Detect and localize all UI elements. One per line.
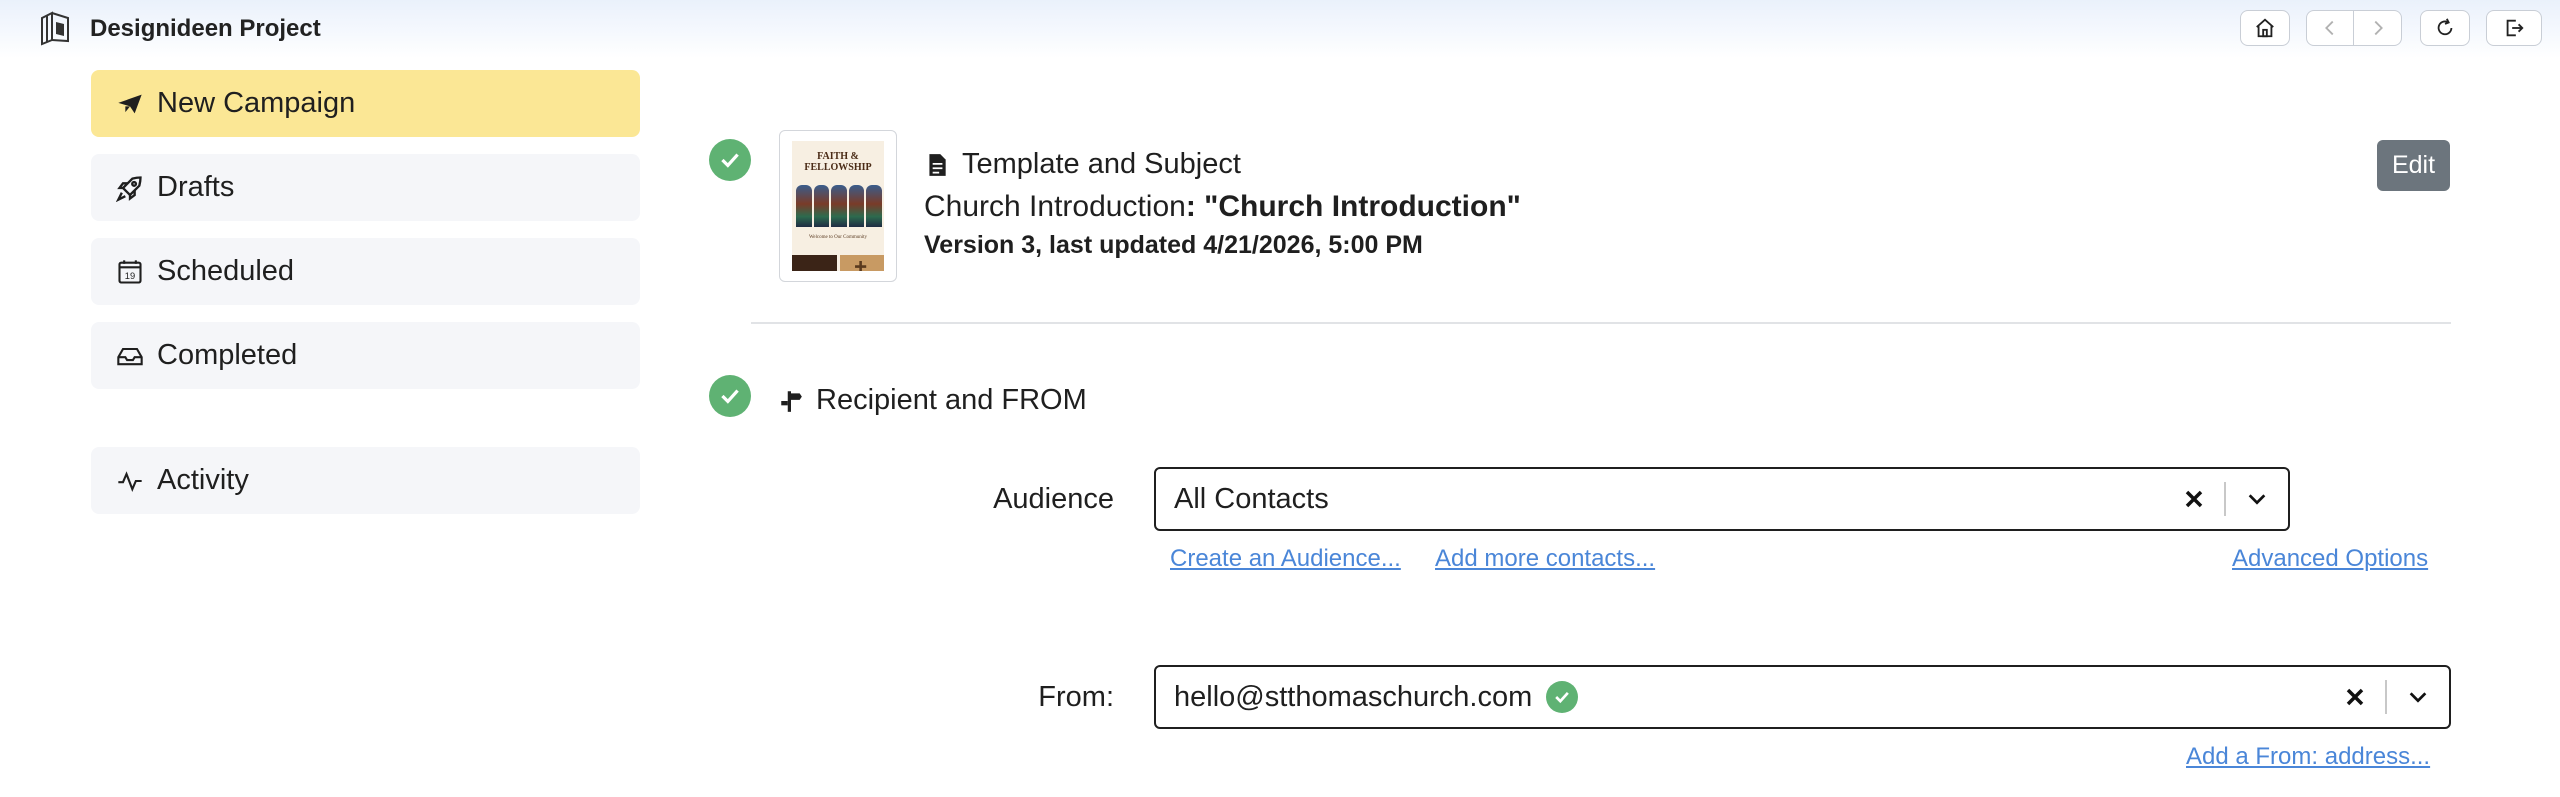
sidebar-item-drafts[interactable]: Drafts xyxy=(91,154,640,221)
signpost-icon xyxy=(781,390,802,412)
thumbnail-heading: FAITH & FELLOWSHIP xyxy=(804,151,872,173)
thumbnail-subheading: Welcome to Our Community xyxy=(808,235,868,240)
template-name: Church Introduction xyxy=(924,190,1186,223)
stained-glass-image xyxy=(796,185,882,227)
audience-value: All Contacts xyxy=(1174,482,1329,515)
template-subject: "Church Introduction" xyxy=(1204,190,1521,223)
sidebar-item-activity[interactable]: Activity xyxy=(91,447,640,514)
chevron-right-icon xyxy=(2374,20,2383,36)
section-title-text: Recipient and FROM xyxy=(816,384,1087,416)
edit-button[interactable]: Edit xyxy=(2377,140,2450,191)
close-icon xyxy=(2185,490,2203,508)
template-preview: FAITH & FELLOWSHIP Welcome to Our Commun… xyxy=(792,141,884,271)
sidebar-item-scheduled[interactable]: 19 Scheduled xyxy=(91,238,640,305)
refresh-icon xyxy=(2437,18,2453,36)
sidebar-item-label: Scheduled xyxy=(157,255,295,287)
chevron-down-icon xyxy=(2409,692,2427,703)
calendar-day: 19 xyxy=(125,271,135,281)
refresh-button[interactable] xyxy=(2420,10,2470,46)
forward-button[interactable] xyxy=(2354,10,2402,46)
from-value: hello@stthomaschurch.com xyxy=(1174,680,1533,713)
close-icon xyxy=(2346,688,2364,706)
add-more-contacts-link[interactable]: Add more contacts... xyxy=(1435,545,1655,573)
audience-select[interactable]: All Contacts xyxy=(1154,467,2290,531)
recipient-complete-check-icon xyxy=(709,375,751,417)
verified-check-icon xyxy=(1546,681,1579,713)
logout-icon xyxy=(2506,19,2524,37)
template-subject-line: Church Introduction: "Church Introductio… xyxy=(924,190,1521,224)
template-version: Version 3, last updated 4/21/2026, 5:00 … xyxy=(924,231,1423,259)
logout-button[interactable] xyxy=(2486,10,2542,46)
rocket-icon xyxy=(115,173,145,203)
sidebar-item-label: Completed xyxy=(157,339,298,371)
advanced-options-link[interactable]: Advanced Options xyxy=(2232,545,2428,573)
inbox-icon xyxy=(115,341,145,371)
recipient-section-title: Recipient and FROM xyxy=(778,384,1087,417)
from-value-wrapper: hello@stthomaschurch.com xyxy=(1156,681,2325,714)
from-select[interactable]: hello@stthomaschurch.com xyxy=(1154,665,2451,729)
app-title: Designideen Project xyxy=(90,15,321,42)
calendar-icon: 19 xyxy=(115,257,145,287)
chevron-left-icon xyxy=(2325,20,2334,36)
from-clear-button[interactable] xyxy=(2325,687,2385,707)
paper-plane-icon xyxy=(115,89,145,119)
home-button[interactable] xyxy=(2240,10,2290,46)
from-dropdown-toggle[interactable] xyxy=(2387,686,2449,708)
sidebar-item-label: New Campaign xyxy=(157,87,356,119)
activity-icon xyxy=(115,466,145,496)
template-thumbnail[interactable]: FAITH & FELLOWSHIP Welcome to Our Commun… xyxy=(779,130,897,282)
top-bar: Designideen Project xyxy=(0,0,2560,58)
add-from-address-link[interactable]: Add a From: address... xyxy=(2186,743,2430,771)
sidebar-item-completed[interactable]: Completed xyxy=(91,322,640,389)
back-button[interactable] xyxy=(2306,10,2354,46)
sidebar-item-new-campaign[interactable]: New Campaign xyxy=(91,70,640,137)
section-divider xyxy=(751,322,2451,324)
audience-dropdown-toggle[interactable] xyxy=(2226,488,2288,510)
template-complete-check-icon xyxy=(709,139,751,181)
sidebar-item-label: Activity xyxy=(157,464,249,496)
chevron-down-icon xyxy=(2248,494,2266,505)
subject-separator: : xyxy=(1185,190,1205,223)
app-logo-icon xyxy=(41,11,69,46)
create-audience-link[interactable]: Create an Audience... xyxy=(1170,545,1401,573)
audience-label: Audience xyxy=(993,483,1114,515)
section-title-text: Template and Subject xyxy=(962,148,1241,180)
document-icon xyxy=(929,153,946,176)
audience-clear-button[interactable] xyxy=(2164,489,2224,509)
sidebar-item-label: Drafts xyxy=(157,171,235,203)
thumbnail-photos xyxy=(792,255,884,271)
template-section-title: Template and Subject xyxy=(924,148,1241,181)
home-icon xyxy=(2256,18,2274,38)
from-label: From: xyxy=(1038,681,1114,713)
